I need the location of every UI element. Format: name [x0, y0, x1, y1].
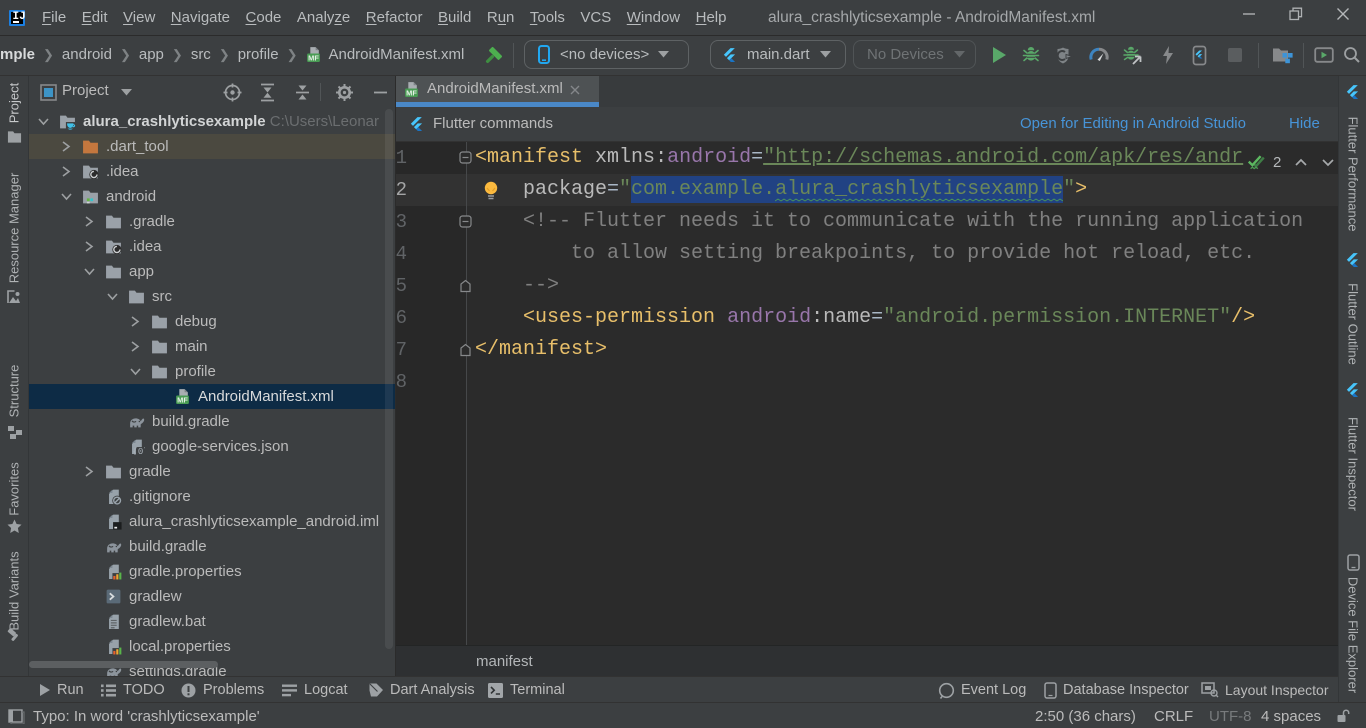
svg-text:MF: MF	[406, 88, 417, 97]
svg-text:MF: MF	[177, 395, 188, 404]
svg-text:{0}: {0}	[132, 446, 145, 455]
svg-text:MF: MF	[309, 53, 320, 62]
